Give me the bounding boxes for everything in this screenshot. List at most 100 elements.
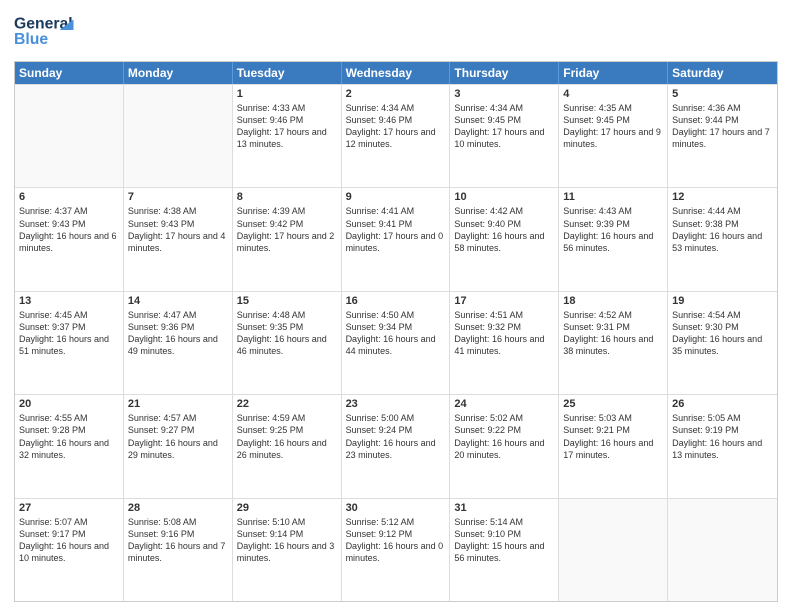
calendar-cell: 22 Sunrise: 4:59 AMSunset: 9:25 PMDayligh… xyxy=(233,395,342,497)
header: General Blue xyxy=(14,10,778,55)
day-number: 31 xyxy=(454,502,554,514)
day-info: Sunrise: 5:14 AMSunset: 9:10 PMDaylight:… xyxy=(454,516,554,565)
day-info: Sunrise: 5:08 AMSunset: 9:16 PMDaylight:… xyxy=(128,516,228,565)
day-info: Sunrise: 4:42 AMSunset: 9:40 PMDaylight:… xyxy=(454,205,554,254)
calendar-week-4: 20Sunrise: 4:55 AMSunset: 9:28 PMDayligh… xyxy=(15,394,777,497)
calendar-body: 1Sunrise: 4:33 AMSunset: 9:46 PMDaylight… xyxy=(15,84,777,601)
day-info: Sunrise: 4:54 AMSunset: 9:30 PMDaylight:… xyxy=(672,309,773,358)
day-number: 30 xyxy=(346,502,446,514)
day-info: Sunrise: 5:00 AMSunset: 9:24 PMDaylight:… xyxy=(346,412,446,461)
day-number: 22 xyxy=(237,398,337,410)
day-info: Sunrise: 4:55 AMSunset: 9:28 PMDaylight:… xyxy=(19,412,119,461)
calendar-cell: 26 Sunrise: 5:05 AMSunset: 9:19 PMDayligh… xyxy=(668,395,777,497)
page: General Blue SundayMondayTuesdayWednesda… xyxy=(0,0,792,612)
calendar-cell: 15Sunrise: 4:48 AMSunset: 9:35 PMDayligh… xyxy=(233,292,342,394)
calendar-cell xyxy=(668,499,777,601)
calendar-cell: 29 Sunrise: 5:10 AMSunset: 9:14 PMDayligh… xyxy=(233,499,342,601)
calendar-cell: 5 Sunrise: 4:36 AMSunset: 9:44 PMDaylight… xyxy=(668,85,777,187)
day-header-friday: Friday xyxy=(559,62,668,84)
calendar-cell xyxy=(124,85,233,187)
day-info: Sunrise: 4:35 AMSunset: 9:45 PMDaylight:… xyxy=(563,102,663,151)
day-header-thursday: Thursday xyxy=(450,62,559,84)
day-info: Sunrise: 4:59 AMSunset: 9:25 PMDaylight:… xyxy=(237,412,337,461)
calendar-cell: 24 Sunrise: 5:02 AMSunset: 9:22 PMDayligh… xyxy=(450,395,559,497)
day-number: 23 xyxy=(346,398,446,410)
calendar-cell xyxy=(559,499,668,601)
day-info: Sunrise: 5:02 AMSunset: 9:22 PMDaylight:… xyxy=(454,412,554,461)
calendar-cell: 9 Sunrise: 4:41 AMSunset: 9:41 PMDaylight… xyxy=(342,188,451,290)
day-number: 6 xyxy=(19,191,119,203)
day-number: 13 xyxy=(19,295,119,307)
day-number: 29 xyxy=(237,502,337,514)
day-info: Sunrise: 4:45 AMSunset: 9:37 PMDaylight:… xyxy=(19,309,119,358)
day-info: Sunrise: 4:36 AMSunset: 9:44 PMDaylight:… xyxy=(672,102,773,151)
day-number: 12 xyxy=(672,191,773,203)
calendar-cell: 18 Sunrise: 4:52 AMSunset: 9:31 PMDayligh… xyxy=(559,292,668,394)
day-number: 21 xyxy=(128,398,228,410)
day-number: 19 xyxy=(672,295,773,307)
day-info: Sunrise: 5:07 AMSunset: 9:17 PMDaylight:… xyxy=(19,516,119,565)
day-info: Sunrise: 5:05 AMSunset: 9:19 PMDaylight:… xyxy=(672,412,773,461)
day-info: Sunrise: 4:34 AMSunset: 9:46 PMDaylight:… xyxy=(346,102,446,151)
calendar-week-5: 27 Sunrise: 5:07 AMSunset: 9:17 PMDayligh… xyxy=(15,498,777,601)
day-number: 26 xyxy=(672,398,773,410)
day-number: 5 xyxy=(672,88,773,100)
day-info: Sunrise: 4:37 AMSunset: 9:43 PMDaylight:… xyxy=(19,205,119,254)
day-number: 2 xyxy=(346,88,446,100)
calendar-cell: 12Sunrise: 4:44 AMSunset: 9:38 PMDayligh… xyxy=(668,188,777,290)
calendar-cell: 30 Sunrise: 5:12 AMSunset: 9:12 PMDayligh… xyxy=(342,499,451,601)
day-info: Sunrise: 4:33 AMSunset: 9:46 PMDaylight:… xyxy=(237,102,337,151)
calendar-cell: 25 Sunrise: 5:03 AMSunset: 9:21 PMDayligh… xyxy=(559,395,668,497)
day-number: 24 xyxy=(454,398,554,410)
calendar-cell: 6 Sunrise: 4:37 AMSunset: 9:43 PMDaylight… xyxy=(15,188,124,290)
calendar-cell: 2 Sunrise: 4:34 AMSunset: 9:46 PMDaylight… xyxy=(342,85,451,187)
day-info: Sunrise: 4:34 AMSunset: 9:45 PMDaylight:… xyxy=(454,102,554,151)
day-number: 18 xyxy=(563,295,663,307)
day-number: 11 xyxy=(563,191,663,203)
calendar-cell: 21 Sunrise: 4:57 AMSunset: 9:27 PMDayligh… xyxy=(124,395,233,497)
calendar-cell: 20Sunrise: 4:55 AMSunset: 9:28 PMDayligh… xyxy=(15,395,124,497)
day-number: 17 xyxy=(454,295,554,307)
calendar-cell xyxy=(15,85,124,187)
day-number: 7 xyxy=(128,191,228,203)
day-info: Sunrise: 4:39 AMSunset: 9:42 PMDaylight:… xyxy=(237,205,337,254)
day-info: Sunrise: 4:52 AMSunset: 9:31 PMDaylight:… xyxy=(563,309,663,358)
day-info: Sunrise: 5:03 AMSunset: 9:21 PMDaylight:… xyxy=(563,412,663,461)
day-info: Sunrise: 4:51 AMSunset: 9:32 PMDaylight:… xyxy=(454,309,554,358)
day-number: 28 xyxy=(128,502,228,514)
day-number: 16 xyxy=(346,295,446,307)
day-info: Sunrise: 4:41 AMSunset: 9:41 PMDaylight:… xyxy=(346,205,446,254)
day-header-tuesday: Tuesday xyxy=(233,62,342,84)
svg-text:Blue: Blue xyxy=(14,31,48,48)
day-info: Sunrise: 5:12 AMSunset: 9:12 PMDaylight:… xyxy=(346,516,446,565)
day-header-saturday: Saturday xyxy=(668,62,777,84)
day-number: 9 xyxy=(346,191,446,203)
logo: General Blue xyxy=(14,10,84,55)
calendar-cell: 19 Sunrise: 4:54 AMSunset: 9:30 PMDayligh… xyxy=(668,292,777,394)
calendar-week-1: 1Sunrise: 4:33 AMSunset: 9:46 PMDaylight… xyxy=(15,84,777,187)
calendar-week-2: 6 Sunrise: 4:37 AMSunset: 9:43 PMDaylight… xyxy=(15,187,777,290)
calendar-cell: 7 Sunrise: 4:38 AMSunset: 9:43 PMDaylight… xyxy=(124,188,233,290)
day-header-wednesday: Wednesday xyxy=(342,62,451,84)
day-number: 27 xyxy=(19,502,119,514)
calendar-cell: 27 Sunrise: 5:07 AMSunset: 9:17 PMDayligh… xyxy=(15,499,124,601)
calendar-cell: 14 Sunrise: 4:47 AMSunset: 9:36 PMDayligh… xyxy=(124,292,233,394)
day-info: Sunrise: 4:48 AMSunset: 9:35 PMDaylight:… xyxy=(237,309,337,358)
day-header-monday: Monday xyxy=(124,62,233,84)
day-info: Sunrise: 4:38 AMSunset: 9:43 PMDaylight:… xyxy=(128,205,228,254)
day-info: Sunrise: 4:50 AMSunset: 9:34 PMDaylight:… xyxy=(346,309,446,358)
day-info: Sunrise: 4:47 AMSunset: 9:36 PMDaylight:… xyxy=(128,309,228,358)
day-number: 8 xyxy=(237,191,337,203)
day-number: 14 xyxy=(128,295,228,307)
calendar-cell: 10Sunrise: 4:42 AMSunset: 9:40 PMDayligh… xyxy=(450,188,559,290)
calendar-cell: 11Sunrise: 4:43 AMSunset: 9:39 PMDayligh… xyxy=(559,188,668,290)
day-number: 25 xyxy=(563,398,663,410)
calendar-cell: 28 Sunrise: 5:08 AMSunset: 9:16 PMDayligh… xyxy=(124,499,233,601)
calendar-cell: 16 Sunrise: 4:50 AMSunset: 9:34 PMDayligh… xyxy=(342,292,451,394)
day-header-sunday: Sunday xyxy=(15,62,124,84)
day-info: Sunrise: 4:57 AMSunset: 9:27 PMDaylight:… xyxy=(128,412,228,461)
calendar-cell: 17 Sunrise: 4:51 AMSunset: 9:32 PMDayligh… xyxy=(450,292,559,394)
calendar-cell: 4Sunrise: 4:35 AMSunset: 9:45 PMDaylight… xyxy=(559,85,668,187)
day-info: Sunrise: 5:10 AMSunset: 9:14 PMDaylight:… xyxy=(237,516,337,565)
calendar-week-3: 13 Sunrise: 4:45 AMSunset: 9:37 PMDayligh… xyxy=(15,291,777,394)
